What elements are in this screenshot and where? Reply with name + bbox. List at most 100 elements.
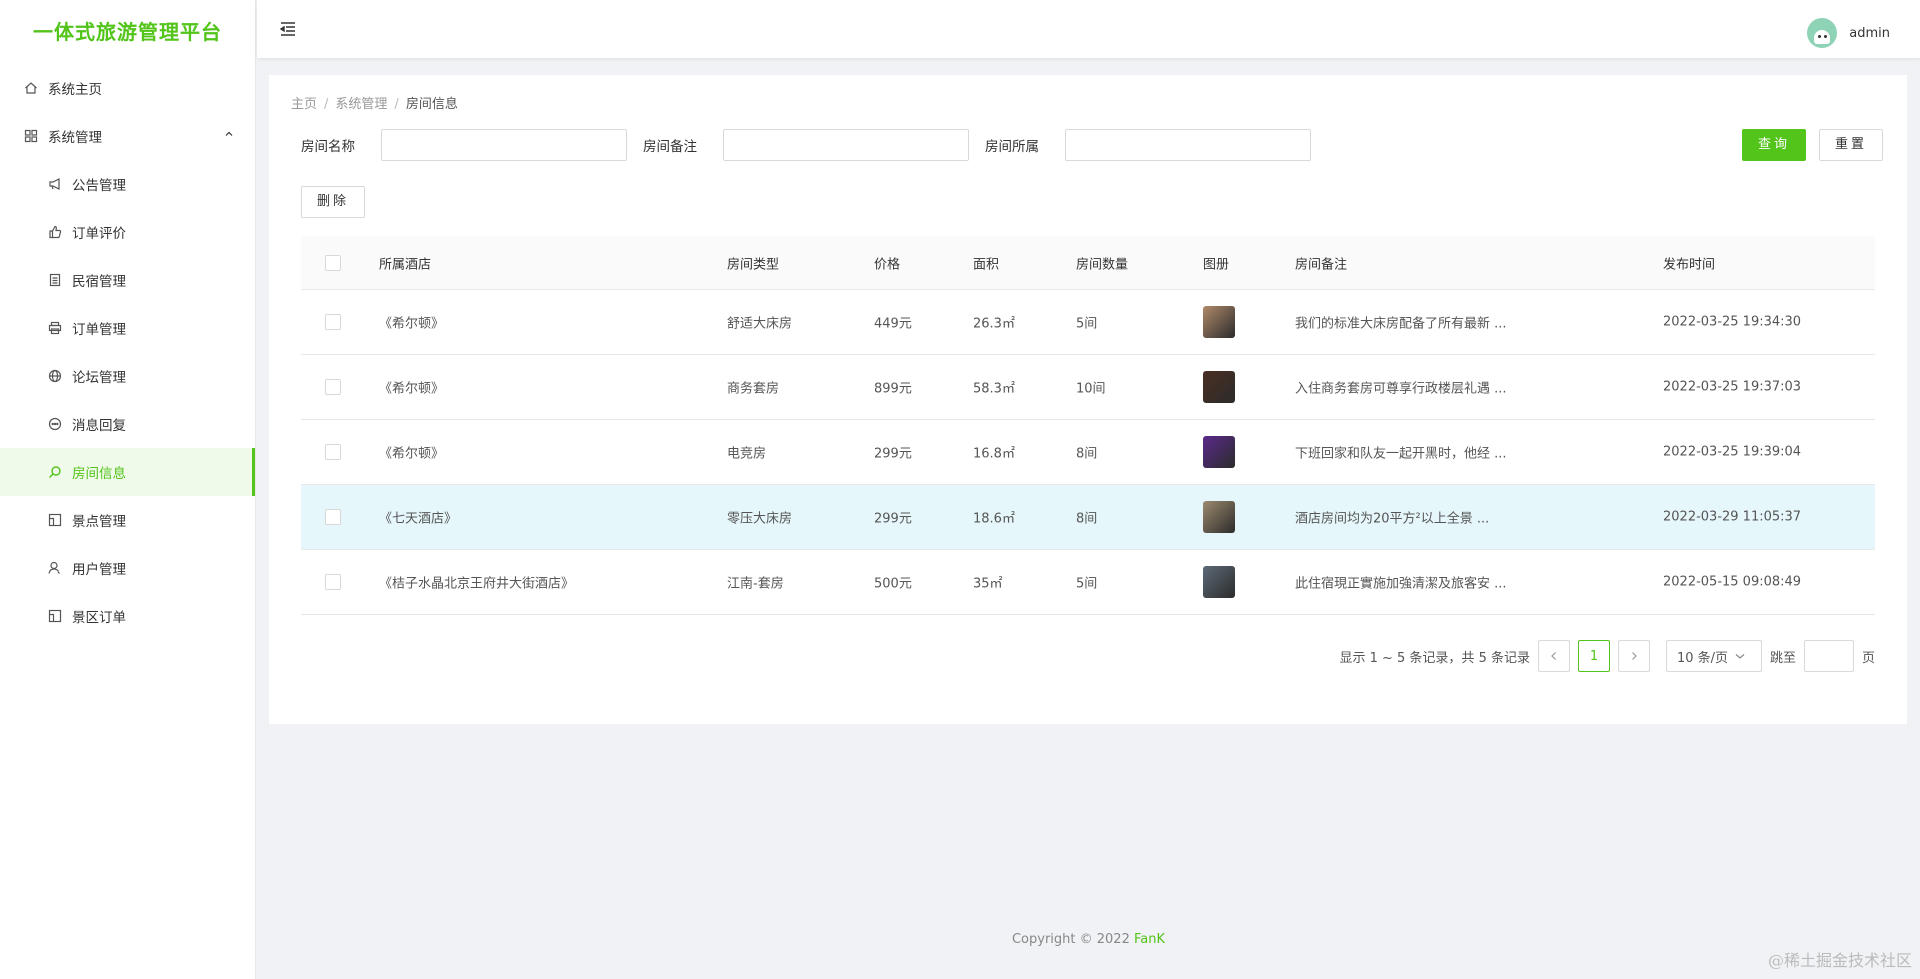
next-page-button[interactable] [1617, 640, 1650, 672]
table-row[interactable]: 《希尔顿》 商务套房 899元 58.3㎡ 10间 入住商务套房可尊享行政楼层礼… [301, 355, 1875, 420]
row-checkbox[interactable] [325, 444, 341, 460]
cell-album [1203, 306, 1235, 338]
sidebar-item-rooms[interactable]: 房间信息 [0, 448, 255, 496]
user-menu[interactable]: admin [1807, 18, 1890, 48]
breadcrumb-separator: / [394, 97, 399, 112]
column-header-time: 发布时间 [1663, 257, 1716, 272]
room-thumbnail[interactable] [1203, 566, 1235, 598]
cell-album [1203, 501, 1235, 533]
cell-hotel: 《七天酒店》 [379, 511, 458, 527]
sidebar-item-notices[interactable]: 公告管理 [0, 160, 255, 208]
delete-button[interactable]: 删除 [301, 186, 365, 218]
sidebar-item-home[interactable]: 系统主页 [0, 64, 255, 112]
jump-page-input[interactable] [1803, 640, 1854, 672]
sidebar-item-label: 公告管理 [72, 178, 126, 194]
sidebar-item-system[interactable]: 系统管理 [0, 112, 255, 160]
menu-fold-icon[interactable] [279, 20, 297, 38]
cell-hotel: 《希尔顿》 [379, 446, 445, 462]
cell-area: 58.3㎡ [973, 381, 1015, 397]
row-checkbox[interactable] [325, 509, 341, 525]
chat-icon [48, 417, 62, 431]
room-name-label: 房间名称 [301, 139, 355, 155]
search-form: 房间名称 房间备注 房间所属 [301, 129, 1327, 161]
sidebar-item-label: 订单管理 [72, 322, 126, 338]
reset-button[interactable]: 重置 [1819, 129, 1883, 161]
page-size-value: 10 条/页 [1676, 650, 1729, 666]
cell-area: 26.3㎡ [973, 316, 1015, 332]
column-header-price: 价格 [874, 257, 901, 272]
cell-type: 商务套房 [727, 381, 780, 397]
sidebar-item-scenic-orders[interactable]: 景区订单 [0, 592, 255, 640]
breadcrumb: 主页 / 系统管理 / 房间信息 [291, 93, 458, 112]
username[interactable]: admin [1849, 26, 1890, 41]
sidebar-item-label: 系统管理 [48, 130, 102, 146]
table-row[interactable]: 《七天酒店》 零压大床房 299元 18.6㎡ 8间 酒店房间均为20平方²以上… [301, 485, 1875, 550]
sidebar-item-attractions[interactable]: 景点管理 [0, 496, 255, 544]
room-hotel-input[interactable] [1065, 129, 1311, 161]
sidebar-item-forum[interactable]: 论坛管理 [0, 352, 255, 400]
grid-icon [24, 129, 38, 143]
cell-area: 16.8㎡ [973, 446, 1015, 462]
sidebar-item-users[interactable]: 用户管理 [0, 544, 255, 592]
breadcrumb-separator: / [324, 97, 329, 112]
room-thumbnail[interactable] [1203, 501, 1235, 533]
avatar[interactable] [1807, 18, 1838, 48]
home-icon [24, 81, 38, 95]
sidebar-item-label: 房间信息 [72, 466, 126, 482]
sidebar-item-label: 订单评价 [72, 226, 126, 242]
room-note-input[interactable] [723, 129, 969, 161]
sidebar-item-messages[interactable]: 消息回复 [0, 400, 255, 448]
column-header-area: 面积 [973, 257, 1000, 272]
chevron-left-icon [1551, 652, 1556, 660]
room-thumbnail[interactable] [1203, 436, 1235, 468]
room-hotel-label: 房间所属 [985, 139, 1039, 155]
cell-count: 5间 [1076, 576, 1098, 592]
page-suffix-label: 页 [1861, 650, 1875, 666]
select-all-checkbox[interactable] [325, 254, 341, 271]
footer-brand-link[interactable]: FanK [1134, 932, 1165, 947]
cell-hotel: 《希尔顿》 [379, 381, 445, 397]
cell-time: 2022-03-29 11:05:37 [1663, 509, 1802, 525]
cell-count: 5间 [1076, 316, 1098, 332]
picture-icon [48, 609, 62, 623]
globe-icon [48, 369, 62, 383]
cell-hotel: 《希尔顿》 [379, 316, 445, 332]
cell-count: 8间 [1076, 446, 1098, 462]
cell-time: 2022-03-25 19:34:30 [1663, 314, 1802, 330]
page-size-select[interactable]: 10 条/页 [1665, 640, 1762, 672]
cell-price: 299元 [874, 511, 912, 527]
room-thumbnail[interactable] [1203, 306, 1235, 338]
cell-type: 舒适大床房 [727, 316, 793, 332]
cell-price: 299元 [874, 446, 912, 462]
cell-note: 入住商务套房可尊享行政楼层礼遇 ... [1295, 381, 1507, 397]
cell-album [1203, 436, 1235, 468]
query-button[interactable]: 查询 [1742, 129, 1806, 161]
cell-album [1203, 566, 1235, 598]
sidebar-item-label: 消息回复 [72, 418, 126, 434]
cell-type: 电竞房 [727, 446, 767, 462]
sidebar-item-orders[interactable]: 订单管理 [0, 304, 255, 352]
picture-icon [48, 513, 62, 527]
room-thumbnail[interactable] [1203, 371, 1235, 403]
table-row[interactable]: 《希尔顿》 电竞房 299元 16.8㎡ 8间 下班回家和队友一起开黑时，他经 … [301, 420, 1875, 485]
table-row[interactable]: 《桔子水晶北京王府井大街酒店》 江南-套房 500元 35㎡ 5间 此住宿現正實… [301, 550, 1875, 615]
room-name-input[interactable] [381, 129, 627, 161]
breadcrumb-home[interactable]: 主页 [291, 97, 317, 112]
page-number-button[interactable]: 1 [1577, 640, 1610, 672]
row-checkbox[interactable] [325, 379, 341, 395]
sidebar-item-reviews[interactable]: 订单评价 [0, 208, 255, 256]
cell-count: 8间 [1076, 511, 1098, 527]
cell-note: 酒店房间均为20平方²以上全景 ... [1295, 511, 1490, 527]
sidebar-item-label: 景区订单 [72, 610, 126, 626]
table-row[interactable]: 《希尔顿》 舒适大床房 449元 26.3㎡ 5间 我们的标准大床房配备了所有最… [301, 290, 1875, 355]
cell-time: 2022-03-25 19:37:03 [1663, 379, 1802, 395]
cell-note: 此住宿現正實施加強清潔及旅客安 ... [1295, 576, 1507, 592]
row-checkbox[interactable] [325, 574, 341, 590]
megaphone-icon [48, 177, 62, 191]
sidebar-item-homestays[interactable]: 民宿管理 [0, 256, 255, 304]
breadcrumb-section[interactable]: 系统管理 [335, 97, 387, 112]
prev-page-button[interactable] [1537, 640, 1570, 672]
sidebar-item-label: 系统主页 [48, 82, 102, 98]
cell-price: 500元 [874, 576, 912, 592]
row-checkbox[interactable] [325, 314, 341, 330]
